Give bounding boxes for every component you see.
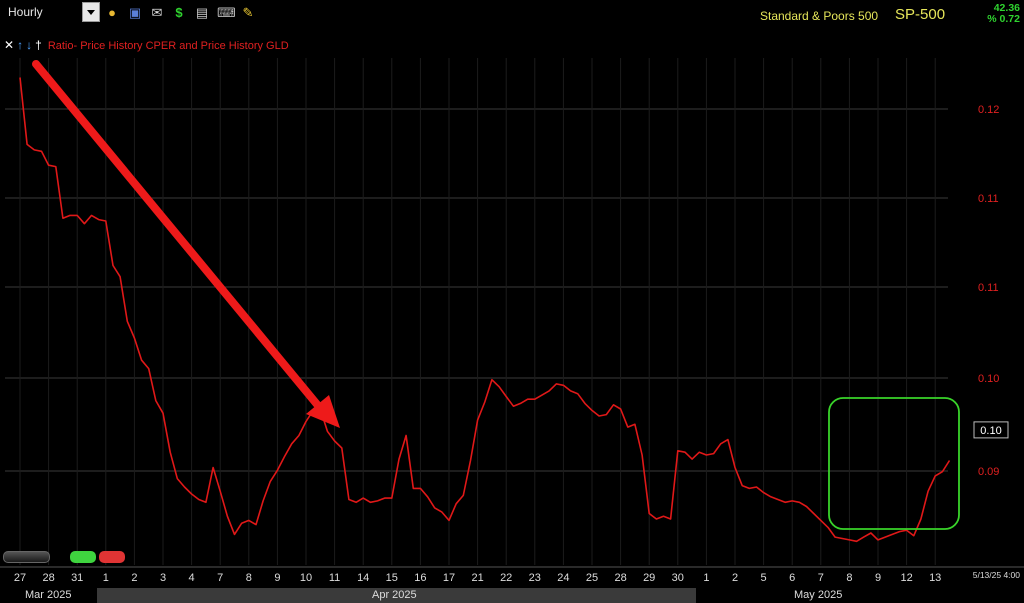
y-tick-label: 0.11: [978, 193, 999, 205]
x-tick-label: 10: [300, 572, 312, 584]
x-tick-label: 9: [875, 572, 881, 584]
x-tick-label: 17: [443, 572, 455, 584]
x-tick-label: 8: [846, 572, 852, 584]
red-toggle-button[interactable]: [99, 551, 125, 563]
x-tick-label: 4: [189, 572, 195, 584]
ratio-chart: 0.120.110.110.100.0927 28 31 1 2 3 4 7 8 9 10 11 14 1…: [0, 58, 1024, 584]
x-tick-label: 28: [614, 572, 626, 584]
highlight-box: [828, 397, 960, 530]
x-tick-label: 30: [672, 572, 684, 584]
last-timestamp-label: 5/13/25 4:00: [973, 570, 1021, 580]
x-tick-label: 28: [42, 572, 54, 584]
x-tick-label: 14: [357, 572, 369, 584]
month-label-may: May 2025: [794, 589, 843, 601]
month-label-mar: Mar 2025: [25, 589, 72, 601]
x-tick-label: 1: [103, 572, 109, 584]
x-tick-label: 24: [557, 572, 569, 584]
pane-scroll-button[interactable]: [3, 551, 50, 563]
x-tick-label: 16: [414, 572, 426, 584]
x-tick-label: 22: [500, 572, 512, 584]
x-tick-label: 2: [131, 572, 137, 584]
x-tick-label: 6: [789, 572, 795, 584]
x-tick-label: 7: [818, 572, 824, 584]
x-tick-label: 15: [386, 572, 398, 584]
last-value-label: 0.10: [980, 425, 1001, 437]
x-tick-label: 29: [643, 572, 655, 584]
x-tick-label: 21: [471, 572, 483, 584]
x-tick-label: 11: [329, 572, 340, 584]
x-tick-label: 31: [71, 572, 83, 584]
y-tick-label: 0.09: [978, 466, 999, 478]
y-tick-label: 0.12: [978, 104, 999, 116]
x-tick-label: 9: [274, 572, 280, 584]
x-tick-label: 23: [529, 572, 541, 584]
y-tick-label: 0.11: [978, 282, 999, 294]
x-tick-label: 1: [703, 572, 709, 584]
x-tick-label: 25: [586, 572, 598, 584]
month-label-apr: Apr 2025: [372, 589, 417, 601]
x-tick-label: 12: [900, 572, 912, 584]
x-tick-label: 5: [761, 572, 767, 584]
y-tick-label: 0.10: [978, 373, 999, 385]
x-tick-label: 2: [732, 572, 738, 584]
green-toggle-button[interactable]: [70, 551, 96, 563]
x-tick-label: 8: [246, 572, 252, 584]
x-tick-label: 27: [14, 572, 26, 584]
series-line: [19, 77, 951, 543]
x-tick-label: 7: [217, 572, 223, 584]
x-tick-label: 3: [160, 572, 166, 584]
x-tick-label: 13: [929, 572, 941, 584]
